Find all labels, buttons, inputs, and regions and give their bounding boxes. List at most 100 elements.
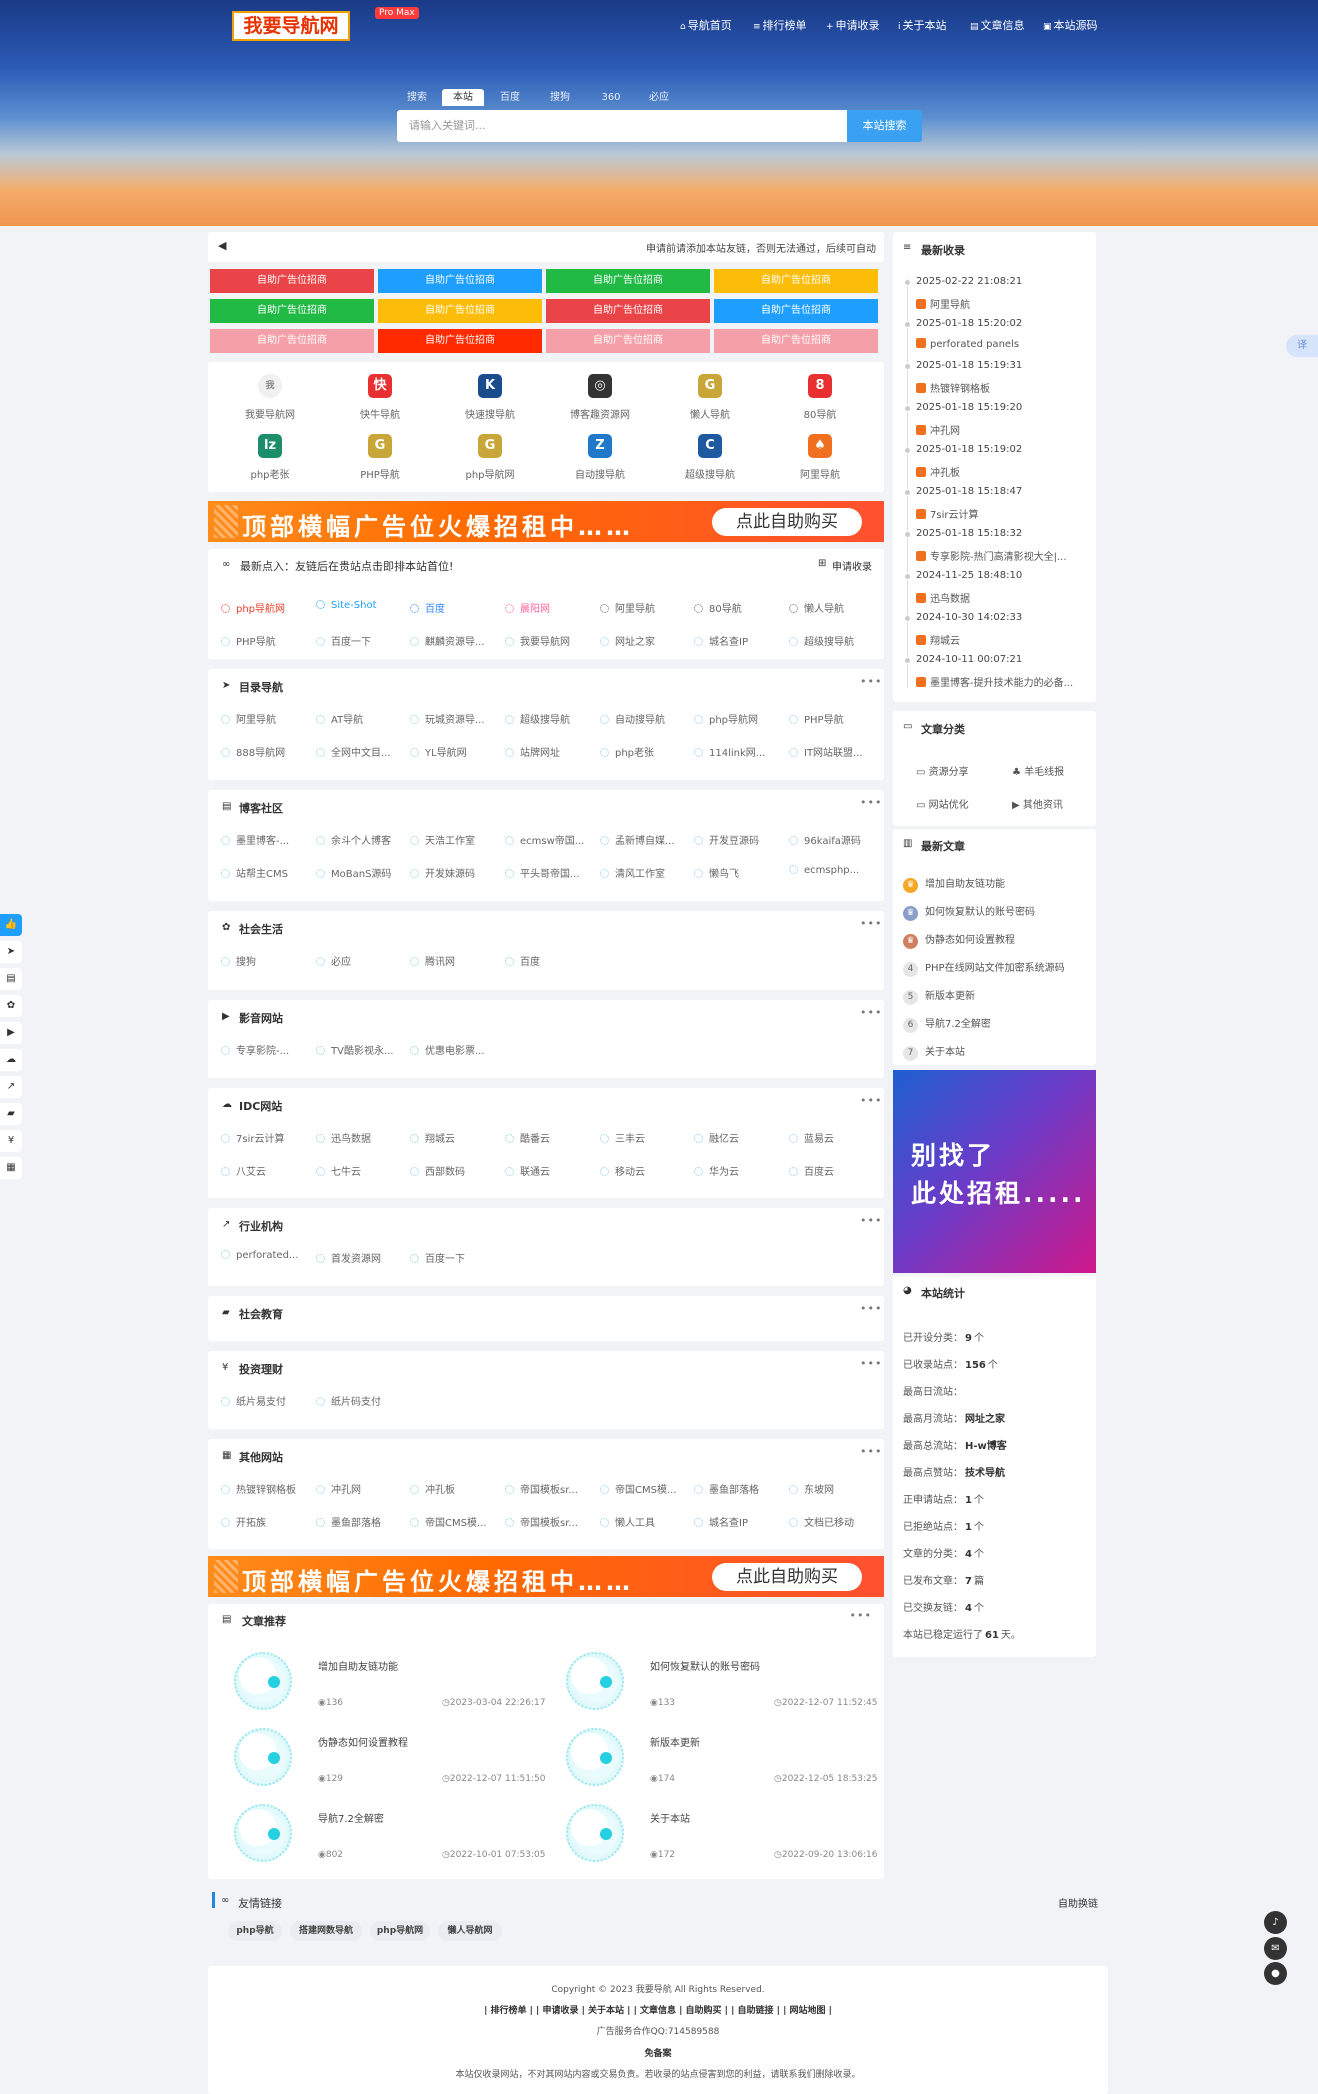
link-item[interactable]: 开拓族 <box>221 1514 309 1529</box>
beian[interactable]: 免备案 <box>208 2046 1108 2059</box>
nav-item[interactable]: +申请收录 <box>826 17 880 33</box>
edu-icon[interactable]: ▰ <box>0 1103 22 1125</box>
video-icon[interactable]: ▶ <box>0 1022 22 1044</box>
latest-article[interactable]: 4PHP在线网站文件加密系统源码 <box>903 959 1065 977</box>
link-item[interactable]: 七牛云 <box>316 1163 404 1178</box>
latest-article[interactable]: 5新版本更新 <box>903 987 975 1005</box>
lz-icon[interactable]: lz <box>258 434 282 458</box>
c-icon[interactable]: C <box>698 434 722 458</box>
ad-slot-button[interactable]: 自助广告位招商 <box>378 269 542 293</box>
link-item[interactable]: 百度一下 <box>316 633 406 648</box>
link-item[interactable]: 懒人工具 <box>600 1514 688 1529</box>
banner-buy-button[interactable]: 点此自助购买 <box>712 508 862 536</box>
link-item[interactable]: 优惠电影票... <box>410 1042 498 1057</box>
recent-site[interactable]: 墨里博客-提升技术能力的必备... <box>916 674 1088 689</box>
link-item[interactable]: 天浩工作室 <box>410 832 498 847</box>
search-tab[interactable]: 本站 <box>442 89 484 106</box>
recent-site[interactable]: 7sir云计算 <box>916 506 1088 521</box>
link-item[interactable]: 纸片码支付 <box>316 1393 404 1408</box>
search-button[interactable]: 本站搜索 <box>847 110 922 142</box>
mail-icon[interactable]: ✉ <box>1264 1937 1287 1960</box>
link-item[interactable]: ecmsw帝国... <box>505 832 593 847</box>
link-item[interactable]: 热镀锌钢格板 <box>221 1481 309 1496</box>
latest-article[interactable]: ♛增加自助友链功能 <box>903 875 1005 893</box>
link-item[interactable]: 96kaifa源码 <box>789 832 877 847</box>
ad-slot-button[interactable]: 自助广告位招商 <box>210 269 374 293</box>
nav-item[interactable]: i关于本站 <box>898 17 947 33</box>
article-title[interactable]: 增加自助友链功能 <box>318 1658 398 1673</box>
link-item[interactable]: 冲孔网 <box>316 1481 404 1496</box>
friend-link[interactable]: php导航网 <box>370 1921 430 1941</box>
article-title[interactable]: 如何恢复默认的账号密码 <box>650 1658 760 1673</box>
friend-link[interactable]: php导航 <box>228 1921 282 1941</box>
kuainiu-icon[interactable]: 快 <box>368 374 392 398</box>
search-tab[interactable]: 360 <box>593 89 629 106</box>
latest-article[interactable]: ♛伪静态如何设置教程 <box>903 931 1015 949</box>
more-button[interactable]: ••• <box>860 1006 882 1019</box>
recent-site[interactable]: 冲孔板 <box>916 464 1088 479</box>
link-item[interactable]: 开发妹源码 <box>410 865 498 880</box>
eighty-icon[interactable]: 8 <box>808 374 832 398</box>
link-item[interactable]: 冲孔板 <box>410 1481 498 1496</box>
category-link[interactable]: ▭ 资源分享 <box>916 763 969 778</box>
link-item[interactable]: 搜狗 <box>221 953 309 968</box>
article-thumbnail[interactable] <box>234 1652 292 1710</box>
yen-icon[interactable]: ¥ <box>0 1130 22 1152</box>
link-item[interactable]: TV酷影视永... <box>316 1042 404 1057</box>
link-item[interactable]: 必应 <box>316 953 404 968</box>
site-label[interactable]: 自动搜导航 <box>550 466 650 481</box>
auto-exchange-link[interactable]: 自助换链 <box>1058 1895 1098 1910</box>
link-item[interactable]: 网址之家 <box>600 633 690 648</box>
article-title[interactable]: 导航7.2全解密 <box>318 1810 384 1825</box>
fox-icon[interactable]: ♠ <box>808 434 832 458</box>
ad-slot-button[interactable]: 自助广告位招商 <box>210 329 374 353</box>
link-item[interactable]: 东坡网 <box>789 1481 877 1496</box>
site-label[interactable]: 快速搜导航 <box>440 406 540 421</box>
site-label[interactable]: php导航网 <box>440 466 540 481</box>
link-item[interactable]: 超级搜导航 <box>505 711 593 726</box>
link-item[interactable]: 酷番云 <box>505 1130 593 1145</box>
link-item[interactable]: 超级搜导航 <box>789 633 879 648</box>
search-tab[interactable]: 百度 <box>490 89 530 106</box>
link-item[interactable]: php导航网 <box>221 600 311 615</box>
link-item[interactable]: 114link网... <box>694 744 782 759</box>
link-item[interactable]: 首发资源网 <box>316 1250 404 1265</box>
site-label[interactable]: 快牛导航 <box>330 406 430 421</box>
article-title[interactable]: 关于本站 <box>650 1810 690 1825</box>
latest-article[interactable]: ♛如何恢复默认的账号密码 <box>903 903 1035 921</box>
ad-slot-button[interactable]: 自助广告位招商 <box>546 299 710 323</box>
link-item[interactable]: 百度 <box>505 953 593 968</box>
recent-site[interactable]: perforated panels <box>916 338 1088 350</box>
ad-slot-button[interactable]: 自助广告位招商 <box>210 299 374 323</box>
search-input[interactable]: 请输入关键词... <box>397 110 847 142</box>
article-thumbnail[interactable] <box>234 1728 292 1786</box>
bottom-ad-banner[interactable]: 顶部横幅广告位火爆招租中…… 点此自助购买 <box>208 1556 884 1597</box>
site-label[interactable]: 懒人导航 <box>660 406 760 421</box>
more-button[interactable]: ••• <box>860 796 882 809</box>
chat-icon[interactable]: ● <box>1264 1962 1287 1985</box>
doc-icon[interactable]: ▤ <box>0 968 22 990</box>
article-thumbnail[interactable] <box>566 1652 624 1710</box>
article-thumbnail[interactable] <box>566 1804 624 1862</box>
link-item[interactable]: 懒鸟飞 <box>694 865 782 880</box>
ad-slot-button[interactable]: 自助广告位招商 <box>546 269 710 293</box>
site-logo[interactable]: 我要导航网 <box>232 11 350 41</box>
link-item[interactable]: YL导航网 <box>410 744 498 759</box>
search-tab[interactable]: 搜索 <box>397 89 437 106</box>
more-button[interactable]: ••• <box>860 1214 882 1227</box>
link-item[interactable]: 帝国CMS模... <box>410 1514 498 1529</box>
link-item[interactable]: 迅鸟数据 <box>316 1130 404 1145</box>
cloud-icon[interactable]: ☁ <box>0 1049 22 1071</box>
more-button[interactable]: ••• <box>860 1445 882 1458</box>
link-item[interactable]: Site-Shot <box>316 600 406 611</box>
link-item[interactable]: 站牌网址 <box>505 744 593 759</box>
link-item[interactable]: AT导航 <box>316 711 404 726</box>
link-item[interactable]: 玩城资源导... <box>410 711 498 726</box>
translate-button[interactable]: 译 <box>1286 335 1318 357</box>
link-item[interactable]: 专享影院-... <box>221 1042 309 1057</box>
bell-icon[interactable]: ♪ <box>1264 1911 1287 1934</box>
link-item[interactable]: 墨里博客-... <box>221 832 309 847</box>
link-item[interactable]: 开发豆源码 <box>694 832 782 847</box>
ad-slot-button[interactable]: 自助广告位招商 <box>378 299 542 323</box>
link-item[interactable]: perforated... <box>221 1250 309 1261</box>
